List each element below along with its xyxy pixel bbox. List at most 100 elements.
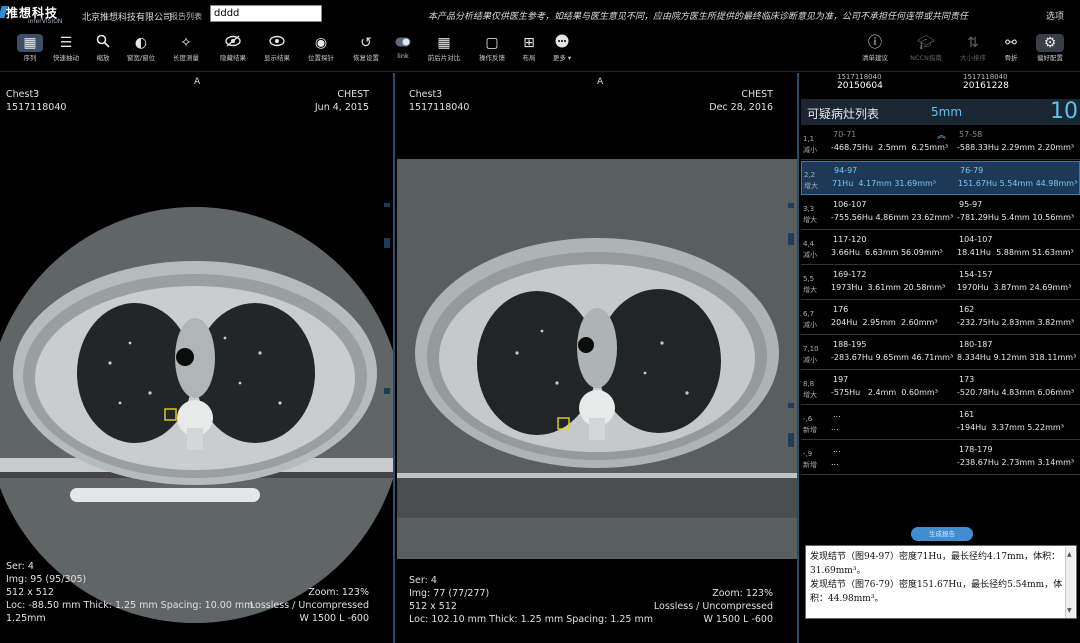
square-icon: ▢ [485,35,499,51]
zoom-button[interactable]: 缩放 [83,34,123,68]
report-text-area[interactable]: 发现结节（图94-97）密度71Hu，最长径约4.17mm，体积：31.69mm… [805,545,1077,619]
size-filter[interactable]: 5mm [931,105,962,119]
ct-image-right[interactable] [397,73,799,643]
study-header: 1517118040 20150604 1517118040 20161228 [801,73,1080,98]
nodule-list-header: 可疑病灶列表 5mm 10 [801,99,1080,125]
link-toggle[interactable]: link [383,34,423,68]
top-bar: 推想科技 inferVISION 北京推想科技有限公司 报告列表 本产品分析结果… [0,0,1080,30]
nodule-row[interactable]: 5,5 增大 169-172 1973Hu 3.61mm 20.58mm³ 154-… [801,266,1080,300]
series-name: Chest3 [6,89,40,100]
body-part: CHEST [337,89,369,100]
position-probe-button[interactable]: ◉ 位置探针 [301,34,341,68]
report-list-input[interactable] [210,5,322,22]
grid-icon: ▦ [17,34,43,52]
feedback-button[interactable]: ▢ 操作反馈 [472,34,512,68]
nodule-row[interactable]: 1,1 减小 70-71 -468.75Hu 2.5mm 6.25mm³ 57-58… [801,126,1080,160]
length-measure-button[interactable]: ✧ 长度测量 [166,34,206,68]
location-info: Loc: 102.10 mm Thick: 1.25 mm Spacing: 1… [409,614,653,625]
window-level: W 1500 L -600 [703,614,773,625]
nodule-row[interactable]: -,6 新增 ...... 161 -194Hu 3.37mm 5.22mm³ [801,406,1080,440]
viewport-right[interactable]: A Chest3 1517118040 CHEST Dec 28, 2016 S… [397,73,799,643]
scroll-tick [384,203,390,207]
logo-subtext: inferVISION [28,18,63,25]
link-toggle-icon [383,34,423,52]
size-sort-button[interactable]: ⇅ 大小排序 [953,34,993,68]
eye-icon [257,34,297,52]
viewport-left[interactable]: A Chest3 1517118040 CHEST Jun 4, 2015 Se… [0,73,395,643]
series-number: Ser: 4 [6,561,34,572]
orientation-marker: A [597,77,604,87]
scroll-tick [788,403,794,408]
nodule-row[interactable]: 6,7 减小 176 204Hu 2.95mm 2.60mm³ 162 -232.75… [801,301,1080,335]
search-icon [83,34,123,52]
study-date: Dec 28, 2016 [709,102,773,113]
image-number: Img: 95 (95/305) [6,574,87,585]
company-logo: 推想科技 inferVISION [0,2,70,28]
report-text: 发现结节（图94-97）密度71Hu，最长径约4.17mm，体积：31.69mm… [810,552,1063,604]
window-level: W 1500 L -600 [299,613,369,624]
nodule-row[interactable]: 7,10 减小 188-195 -283.67Hu 9.65mm 46.71mm³ … [801,336,1080,370]
ruler-wand-icon: ✧ [180,35,192,51]
screening-advice-button[interactable]: ⓘ 清单建议 [855,34,895,68]
series-button[interactable]: ▦ 序列 [10,34,50,68]
nodule-row[interactable]: 4,4 减小 117-120 3.66Hu 6.63mm 56.09mm³ 104-… [801,231,1080,265]
scroll-down-icon[interactable]: ▼ [1067,604,1072,618]
nodule-row[interactable]: 8,8 增大 197 -575Hu 2.4mm 0.60mm³ 173 -520.78… [801,371,1080,405]
report-scrollbar[interactable]: ▲ ▼ [1065,547,1075,618]
compression-info: Lossless / Uncompressed [653,601,773,612]
sort-icon: ⇅ [967,35,979,51]
scroll-tick [384,388,390,394]
generate-report-button[interactable]: 生成报告 [911,527,973,541]
bone-icon: ⚯ [1005,35,1017,51]
nodule-count: 10 [1050,99,1078,124]
study-date: Jun 4, 2015 [314,102,369,113]
series-number: Ser: 4 [409,575,437,586]
quick-scroll-button[interactable]: ☰ 快速抽动 [46,34,86,68]
toolbar: ▦ 序列 ☰ 快速抽动 缩放 ◐ 窗宽/窗位 ✧ 长度测量 隐藏结果 显示结果 … [0,30,1080,72]
scroll-up-icon[interactable]: ▲ [1067,548,1072,562]
ct-image-left[interactable] [0,73,395,643]
matrix-size: 512 x 512 [409,601,457,612]
contrast-icon: ◐ [134,35,148,51]
slice-thickness: 1.25mm [6,613,46,624]
collapse-chevron-icon[interactable]: ︽ [937,128,946,141]
menu-icon: ☰ [59,35,73,51]
reset-icon: ↺ [360,35,372,51]
body-part: CHEST [741,89,773,100]
zoom-level: Zoom: 123% [308,587,369,598]
scroll-tick [384,238,390,248]
disclaimer-text: 本产品分析结果仅供医生参考，如结果与医生意见不同，应由院方医生所提供的最终临床诊… [428,12,969,22]
series-name: Chest3 [409,89,443,100]
study-current[interactable]: 1517118040 20161228 [963,73,1009,91]
options-button[interactable]: 选项 [1046,9,1064,22]
nodule-list-title: 可疑病灶列表 [807,107,880,121]
patient-id: 1517118040 [6,102,67,113]
nodule-row[interactable]: 3,3 增大 106-107 -755.56Hu 4.86mm 23.62mm³ 9… [801,196,1080,230]
reset-button[interactable]: ↺ 恢复设置 [346,34,386,68]
nccn-guide-button[interactable]: 🎓︎ NCCN指南 [906,34,946,68]
preferences-button[interactable]: ⚙ 偏好配置 [1030,34,1070,68]
hide-results-button[interactable]: 隐藏结果 [213,34,253,68]
report-list-label: 报告列表 [170,12,202,21]
more-button[interactable]: 更多 ▾ [542,34,582,68]
gear-icon: ⚙ [1036,34,1064,52]
scroll-tick [788,233,794,245]
zoom-level: Zoom: 123% [712,588,773,599]
compare-icon: ▦ [437,35,451,51]
info-icon: ⓘ [868,35,882,51]
image-number: Img: 77 (77/277) [409,588,490,599]
matrix-size: 512 x 512 [6,587,54,598]
eye-off-icon [213,34,253,52]
study-prior[interactable]: 1517118040 20150604 [837,73,883,91]
compare-button[interactable]: ▦ 前后片对比 [424,34,464,68]
show-results-button[interactable]: 显示结果 [257,34,297,68]
scroll-tick [788,433,794,447]
nodule-row[interactable]: 2,2 增大 94-97 71Hu 4.17mm 31.69mm³ 76-79 151… [801,161,1080,195]
fracture-button[interactable]: ⚯ 骨折 [991,34,1031,68]
scroll-tick [788,203,794,208]
nodule-row[interactable]: -,9 新增 ...... 178-179 -238.67Hu 2.73mm 3.1… [801,441,1080,475]
patient-id: 1517118040 [409,102,470,113]
orientation-marker: A [194,77,201,87]
window-level-button[interactable]: ◐ 窗宽/窗位 [121,34,161,68]
more-icon [542,34,582,52]
